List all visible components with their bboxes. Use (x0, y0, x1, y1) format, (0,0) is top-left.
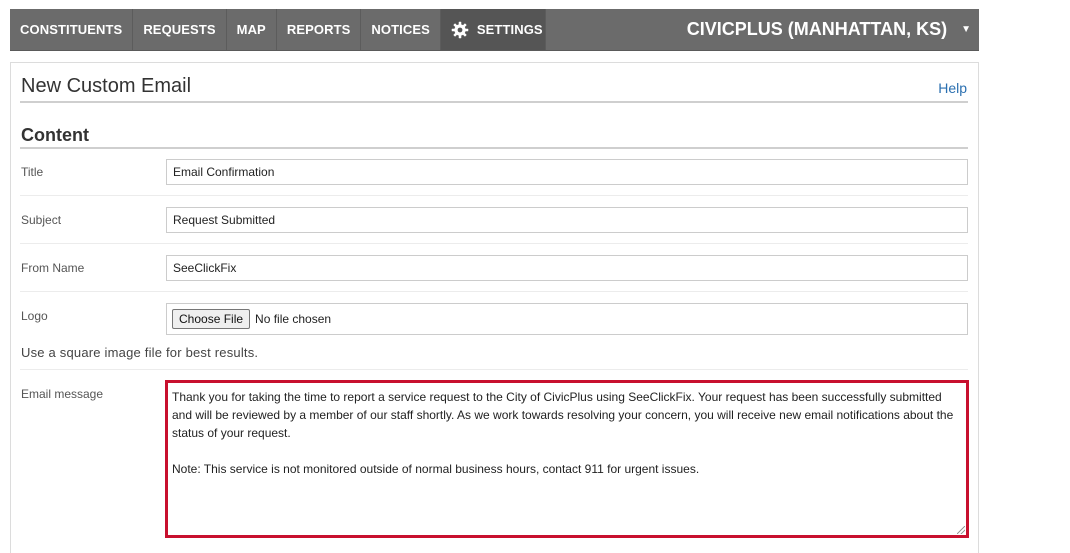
nav-label: REQUESTS (143, 22, 216, 37)
nav-label: SETTINGS (476, 22, 543, 37)
nav-notices[interactable]: NOTICES (361, 9, 441, 50)
nav-settings[interactable]: SETTINGS (440, 9, 546, 50)
nav-label: MAP (236, 22, 266, 37)
nav-requests[interactable]: REQUESTS (133, 9, 227, 50)
subject-label: Subject (21, 213, 62, 227)
caret-down-icon: ▼ (961, 24, 971, 35)
logo-hint: Use a square image file for best results… (21, 345, 259, 360)
page-title: New Custom Email (21, 75, 192, 97)
nav-reports[interactable]: REPORTS (277, 9, 362, 50)
top-nav: CONSTITUENTS REQUESTS MAP REPORTS NOTICE… (10, 9, 979, 51)
nav-constituents[interactable]: CONSTITUENTS (10, 9, 134, 50)
email-message-label: Email message (21, 387, 104, 401)
gear-icon (451, 21, 469, 39)
subject-input[interactable] (166, 207, 968, 233)
nav-label: NOTICES (371, 22, 430, 37)
from-name-input[interactable] (166, 255, 968, 281)
from-name-label: From Name (21, 261, 85, 275)
org-name: CIVICPLUS (MANHATTAN, KS) (686, 19, 948, 39)
file-status: No file chosen (255, 312, 332, 326)
row-divider (20, 369, 968, 370)
title-label: Title (21, 165, 44, 179)
content-panel: New Custom Email Help Content Title Subj… (10, 62, 979, 553)
nav-label: REPORTS (286, 22, 351, 37)
section-rule (20, 147, 968, 149)
row-divider (20, 243, 968, 244)
nav-map[interactable]: MAP (227, 9, 277, 50)
message-paragraph: Thank you for taking the time to report … (172, 390, 954, 440)
section-title: Content (21, 125, 89, 145)
logo-file-picker: Choose File No file chosen (166, 303, 968, 335)
row-divider (20, 291, 968, 292)
logo-label: Logo (21, 309, 48, 323)
help-link[interactable]: Help (938, 80, 967, 96)
title-rule (20, 101, 968, 103)
email-message-textarea[interactable]: Thank you for taking the time to report … (165, 380, 969, 538)
org-switcher[interactable]: CIVICPLUS (MANHATTAN, KS) ▼ (687, 9, 979, 50)
message-paragraph: Note: This service is not monitored outs… (172, 462, 700, 476)
title-input[interactable] (166, 159, 968, 185)
resize-grip-icon[interactable] (957, 526, 965, 534)
row-divider (20, 195, 968, 196)
nav-label: CONSTITUENTS (20, 22, 123, 37)
choose-file-button[interactable]: Choose File (172, 309, 251, 329)
